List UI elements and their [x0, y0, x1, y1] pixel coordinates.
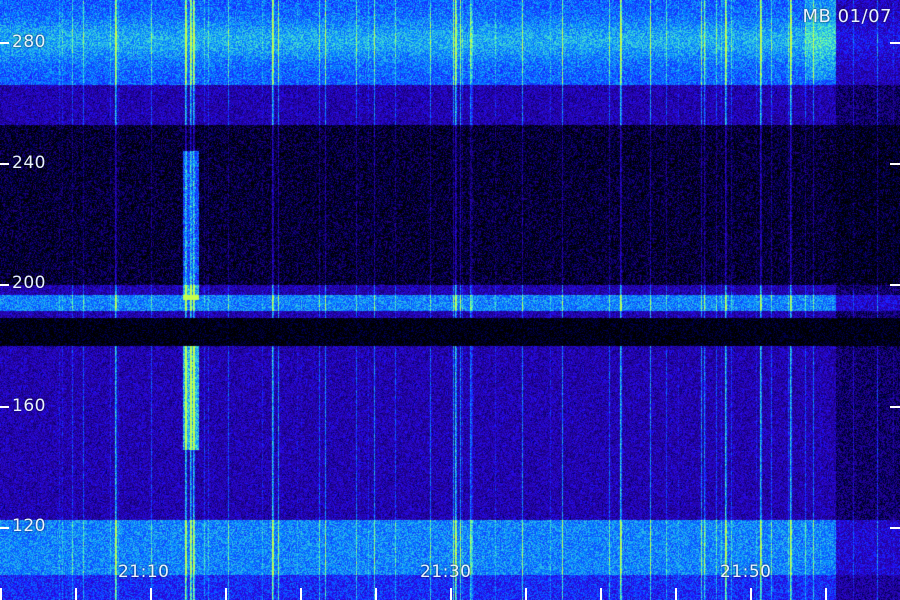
x-tick	[300, 588, 302, 600]
y-tick-left	[0, 406, 9, 408]
x-tick	[225, 588, 227, 600]
x-tick	[675, 588, 677, 600]
x-tick	[450, 588, 452, 600]
y-tick-right	[890, 527, 900, 529]
x-tick	[750, 588, 752, 600]
y-tick-label-160: 160	[12, 396, 46, 416]
spectrogram-image	[0, 0, 900, 600]
y-tick-left	[0, 284, 9, 286]
y-tick-right	[890, 406, 900, 408]
y-tick-left	[0, 42, 9, 44]
y-tick-label-240: 240	[12, 153, 46, 173]
x-tick-label-2110: 21:10	[118, 562, 170, 582]
y-tick-left	[0, 527, 9, 529]
y-tick-left	[0, 163, 9, 165]
y-tick-label-280: 280	[12, 32, 46, 52]
y-tick-label-200: 200	[12, 273, 46, 293]
x-tick	[525, 588, 527, 600]
x-tick-label-2150: 21:50	[720, 562, 772, 582]
x-tick	[150, 588, 152, 600]
x-tick-label-2130: 21:30	[420, 562, 472, 582]
x-tick	[0, 588, 2, 600]
y-tick-right	[890, 42, 900, 44]
x-tick	[75, 588, 77, 600]
x-tick	[375, 588, 377, 600]
y-tick-right	[890, 284, 900, 286]
x-tick	[600, 588, 602, 600]
date-stamp: MB 01/07	[802, 6, 892, 27]
x-tick	[825, 588, 827, 600]
y-tick-label-120: 120	[12, 516, 46, 536]
y-tick-right	[890, 163, 900, 165]
